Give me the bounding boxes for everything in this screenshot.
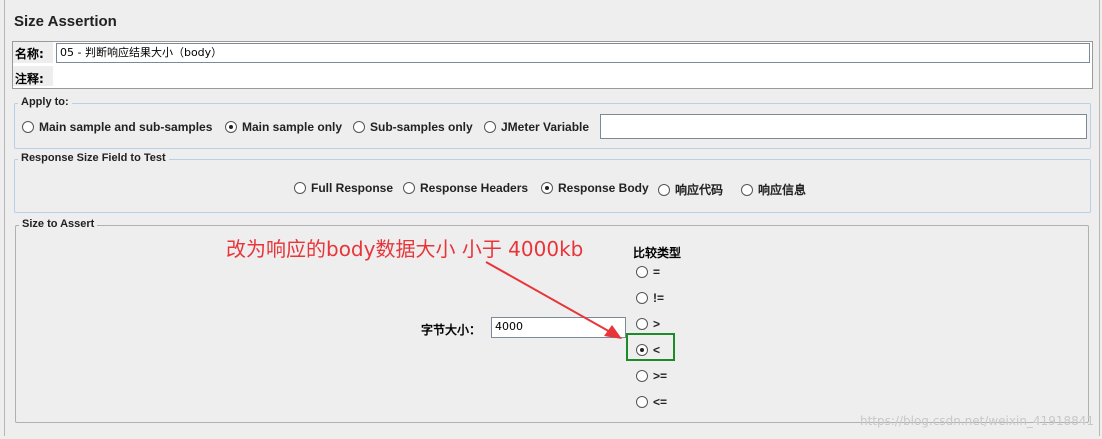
annotation-arrow-icon (485, 261, 622, 339)
annotation-text: 改为响应的body数据大小 小于 4000kb (226, 237, 584, 261)
watermark: https://blog.csdn.net/weixin_41918841 (859, 414, 1094, 428)
